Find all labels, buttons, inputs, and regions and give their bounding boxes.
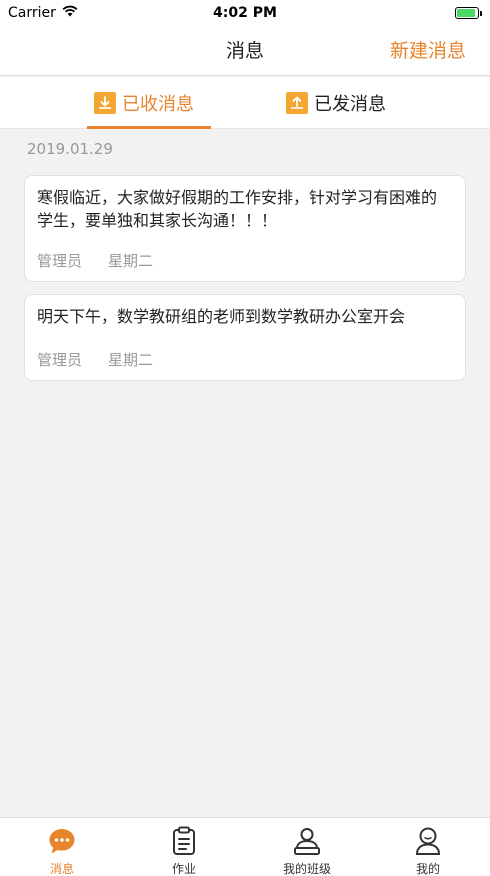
message-card[interactable]: 明天下午，数学教研组的老师到数学教研办公室开会 管理员 星期二: [24, 294, 466, 381]
tab-sent-label: 已发消息: [314, 94, 386, 115]
inbox-download-icon: [94, 92, 116, 114]
message-day: 星期二: [108, 351, 154, 369]
tab-profile-label: 我的: [415, 862, 440, 876]
battery-fill: [457, 9, 475, 17]
tab-homework[interactable]: 作业: [134, 818, 234, 876]
tab-homework-label: 作业: [171, 862, 196, 876]
message-sender: 管理员: [37, 252, 83, 270]
battery-icon: [455, 7, 482, 19]
message-day: 星期二: [108, 252, 154, 270]
date-header: 2019.01.29: [27, 140, 113, 158]
profile-icon: [412, 825, 444, 857]
tab-my-class-label: 我的班级: [282, 862, 331, 876]
tab-profile[interactable]: 我的: [378, 818, 478, 876]
clipboard-icon: [168, 825, 200, 857]
chat-bubble-icon: [46, 825, 78, 857]
wifi-icon: [62, 5, 78, 21]
message-meta: 管理员 星期二: [37, 250, 153, 271]
tab-received-label: 已收消息: [122, 94, 194, 115]
status-bar: Carrier 4:02 PM: [0, 0, 490, 26]
bottom-tab-bar: 消息 作业 我的班级 我的: [0, 817, 490, 876]
outbox-upload-icon: [286, 92, 308, 114]
tab-received-messages[interactable]: 已收消息: [94, 77, 194, 129]
message-text: 寒假临近，大家做好假期的工作安排，针对学习有困难的学生，要单独和其家长沟通！！！: [37, 188, 438, 230]
person-desk-icon: [291, 825, 323, 857]
status-left: Carrier: [8, 5, 78, 21]
tab-messages-label: 消息: [49, 862, 74, 876]
message-meta: 管理员 星期二: [37, 349, 153, 370]
active-tab-indicator: [87, 126, 211, 129]
new-message-button[interactable]: 新建消息: [390, 26, 466, 76]
tab-messages[interactable]: 消息: [12, 818, 112, 876]
message-sender: 管理员: [37, 351, 83, 369]
message-text: 明天下午，数学教研组的老师到数学教研办公室开会: [37, 307, 406, 326]
tab-my-class[interactable]: 我的班级: [257, 818, 357, 876]
tab-sent-messages[interactable]: 已发消息: [286, 77, 386, 129]
message-card[interactable]: 寒假临近，大家做好假期的工作安排，针对学习有困难的学生，要单独和其家长沟通！！！…: [24, 175, 466, 282]
carrier-label: Carrier: [8, 5, 56, 21]
message-tab-switcher: 已收消息 已发消息: [0, 77, 490, 129]
nav-bar: 消息 新建消息: [0, 26, 490, 76]
